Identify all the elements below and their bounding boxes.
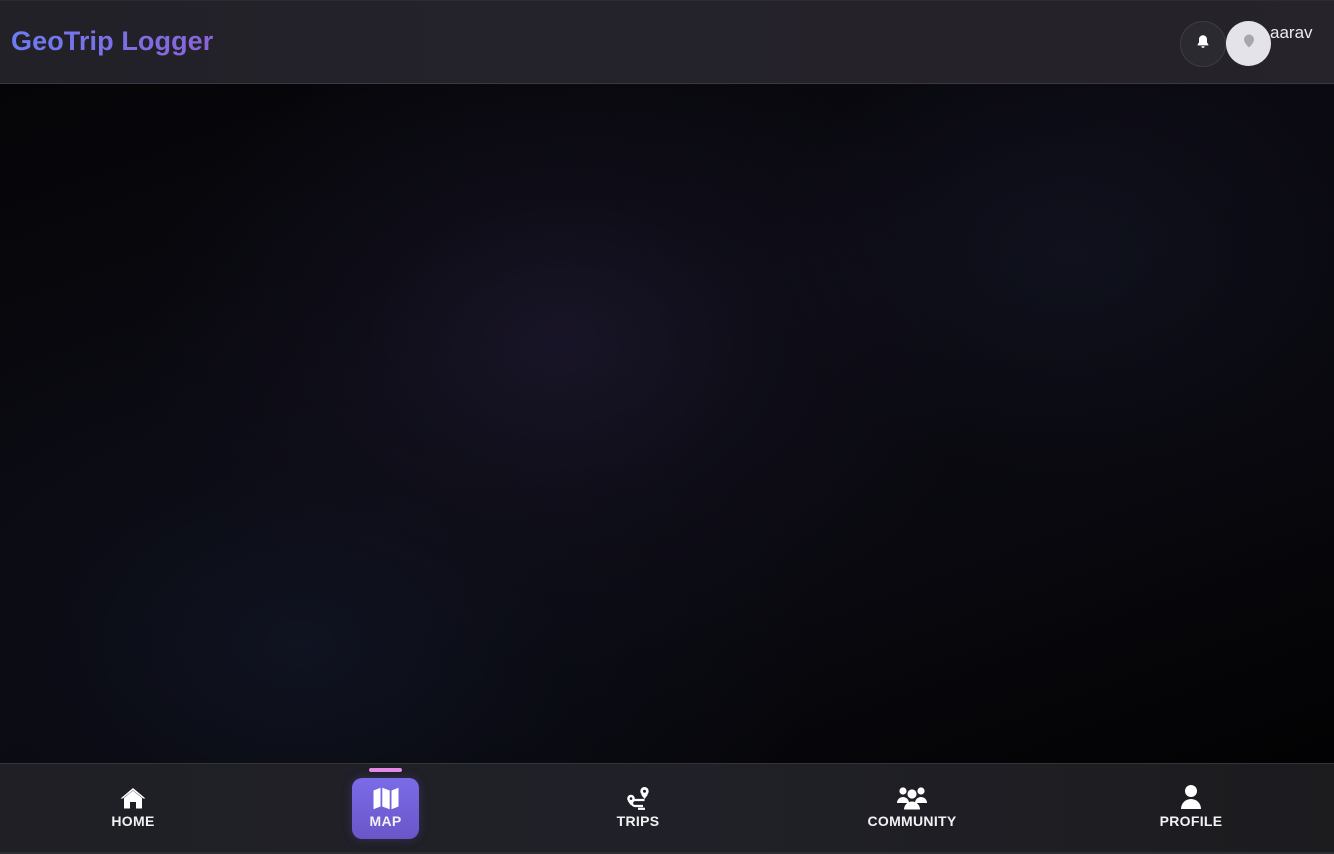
home-icon [119,784,147,810]
app-root: GeoTrip Logger aarav HOME MAP TRIPS COMM… [0,0,1334,854]
bell-icon [1196,34,1210,54]
nav-map[interactable]: MAP [352,778,419,839]
map-canvas[interactable] [0,84,1334,764]
map-icon [372,784,400,810]
route-icon [625,784,651,810]
nav-profile-label: PROFILE [1159,813,1223,829]
top-bar: GeoTrip Logger aarav [0,0,1334,84]
users-icon [896,784,928,810]
username-label[interactable]: aarav [1270,23,1313,43]
nav-profile[interactable]: PROFILE [1155,778,1227,839]
nav-community[interactable]: COMMUNITY [860,778,964,839]
user-avatar[interactable] [1226,21,1271,66]
nav-trips-label: TRIPS [616,813,660,829]
nav-home[interactable]: HOME [96,778,170,839]
nav-home-label: HOME [111,813,155,829]
app-title[interactable]: GeoTrip Logger [11,26,213,57]
notifications-button[interactable] [1180,21,1226,67]
nav-map-label: MAP [369,813,402,829]
active-tab-indicator [369,768,402,772]
nav-trips[interactable]: TRIPS [604,778,672,839]
map-pin-icon [1242,33,1256,54]
nav-community-label: COMMUNITY [867,813,957,829]
user-icon [1179,784,1203,810]
bottom-navigation: HOME MAP TRIPS COMMUNITY PROFILE [0,763,1334,854]
